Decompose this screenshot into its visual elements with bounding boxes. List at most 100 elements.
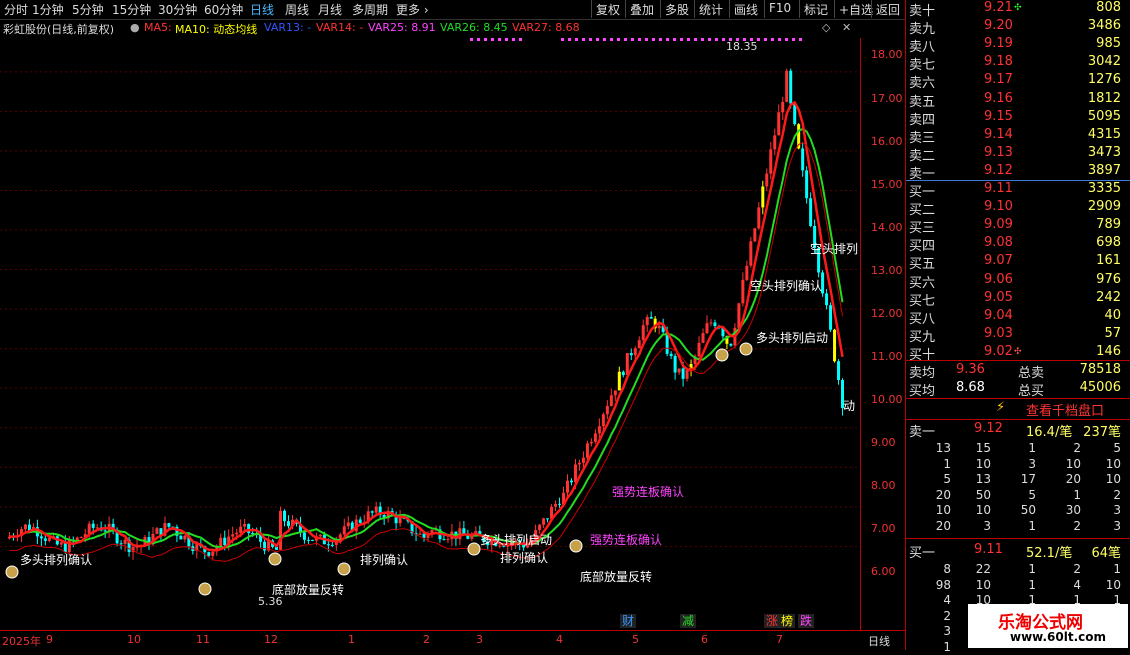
candle-body (629, 353, 633, 356)
close-icon[interactable]: ✕ (842, 21, 851, 34)
ma-green-line (9, 127, 844, 549)
sell-level-row: 卖九 9.20 3486 (906, 18, 1130, 37)
signal-marker (673, 38, 676, 41)
sell-level-row: 卖八 9.19 985 (906, 36, 1130, 55)
watermark-url: www.60lt.com (1010, 630, 1107, 644)
divider (906, 398, 1130, 399)
stock-title: 彩虹股份(日线,前复权) (3, 23, 115, 36)
total-buy-value: 45006 (1079, 380, 1121, 395)
candle-body (705, 323, 709, 334)
period-tab[interactable]: 月线 (318, 1, 342, 18)
period-tab[interactable]: 分时 (4, 1, 28, 18)
level-label: 卖四 (909, 112, 936, 128)
period-tab[interactable]: 多周期 (352, 1, 388, 18)
candle-body (279, 510, 283, 550)
avg-buy-price: 8.68 (956, 380, 985, 395)
candle-body (577, 462, 581, 465)
candle-body (569, 480, 573, 483)
queue-cell: 30 (1065, 503, 1081, 517)
signal-marker (638, 38, 641, 41)
x-tick: 1 (348, 633, 355, 646)
level-price: 9.14 (984, 126, 1013, 142)
signal-marker (603, 38, 606, 41)
candle-body (749, 241, 753, 266)
queue-cell: 1 (943, 639, 951, 654)
candle-body (243, 524, 247, 527)
signal-marker (785, 38, 788, 41)
candle-body (346, 522, 350, 527)
candle-body (231, 534, 235, 537)
event-marker: 财 (622, 614, 634, 628)
period-tab-more[interactable]: 更多 › (396, 1, 429, 18)
period-tab[interactable]: 60分钟 (204, 1, 243, 18)
y-tick: 15.00 (871, 178, 903, 191)
queue-row: 20 50 5 1 2 (906, 488, 1130, 503)
buy-level-row: 买七 9.05 242 (906, 290, 1130, 309)
queue-cell: 22 (975, 562, 991, 576)
queue-cell: 50 (975, 487, 991, 502)
toolbar-button[interactable]: 画线 (729, 0, 762, 18)
var13-label: VAR13: - (264, 21, 312, 34)
signal-annotation: 强势连板确认 (612, 484, 684, 499)
candle-body (558, 503, 562, 505)
period-tab[interactable]: 1分钟 (32, 1, 64, 18)
candle-body (709, 322, 713, 324)
signal-marker (491, 38, 494, 41)
money-bag-icon (268, 552, 282, 566)
signal-marker (477, 38, 480, 41)
signal-marker (505, 38, 508, 41)
queue-cell: 20 (1065, 472, 1081, 486)
period-tab-active[interactable]: 日线 (250, 1, 274, 18)
queue-cell: 50 (1020, 503, 1036, 517)
candle-body (601, 414, 605, 427)
level-price: 9.13 (984, 144, 1013, 160)
x-tick: 9 (46, 633, 53, 646)
signal-marker (778, 38, 781, 41)
toolbar-button[interactable]: 多股 (660, 0, 693, 18)
avg-sell-label: 卖均 (909, 366, 936, 381)
candle-body (538, 524, 542, 531)
period-tab[interactable]: 30分钟 (158, 1, 197, 18)
settings-icon[interactable]: ◇ (822, 21, 830, 34)
candle-body (737, 303, 741, 328)
var25-label: VAR25: 8.91 (368, 21, 436, 34)
level-label: 买六 (909, 275, 936, 291)
buy-level-row: 买四 9.08 698 (906, 235, 1130, 254)
candle-body (223, 537, 227, 546)
signal-marker (470, 38, 473, 41)
candle-body (63, 542, 67, 553)
x-tick: 10 (127, 633, 141, 646)
kline-chart[interactable]: 18.35 5.36 多头排列确认 多头排列启动 底部放量反转 底部放量反转 强势连板确认强… (0, 38, 860, 630)
toolbar-button[interactable]: 标记 (799, 0, 832, 18)
x-tick: 4 (556, 633, 563, 646)
level-label: 卖三 (909, 130, 936, 146)
period-tab[interactable]: 15分钟 (112, 1, 151, 18)
view-depth-button[interactable]: ⚡ 查看千档盘口 (906, 400, 1130, 419)
candle-body (697, 342, 701, 357)
toolbar-button[interactable]: 叠加 (625, 0, 658, 18)
money-bag-icon (569, 539, 583, 553)
down-marker-icon: ✣ (1014, 346, 1022, 357)
candle-body (211, 551, 215, 556)
toolbar-button[interactable]: 返回 (871, 0, 904, 18)
level-volume: 146 (1096, 343, 1121, 359)
toggle-icon[interactable]: ● (130, 21, 140, 34)
signal-annotation: 强势连板确认 (590, 532, 662, 547)
queue-cell: 3 (983, 518, 991, 533)
toolbar-button[interactable]: 复权 (591, 0, 624, 18)
y-tick: 7.00 (871, 522, 896, 535)
queue-cell: 5 (943, 472, 951, 486)
money-bag-icon (739, 342, 753, 356)
candle-body (302, 532, 306, 540)
y-tick: 11.00 (871, 350, 903, 363)
signal-annotation: 底部放量反转 (272, 582, 344, 597)
level-price: 9.11 (984, 181, 1013, 196)
toolbar-button[interactable]: 统计 (694, 0, 727, 18)
candle-body (597, 426, 601, 434)
signal-marker (666, 38, 669, 41)
toolbar-button[interactable]: F10 (764, 0, 795, 18)
candle-body (673, 355, 677, 373)
candle-body (657, 325, 661, 329)
period-tab[interactable]: 5分钟 (72, 1, 104, 18)
period-tab[interactable]: 周线 (285, 1, 309, 18)
